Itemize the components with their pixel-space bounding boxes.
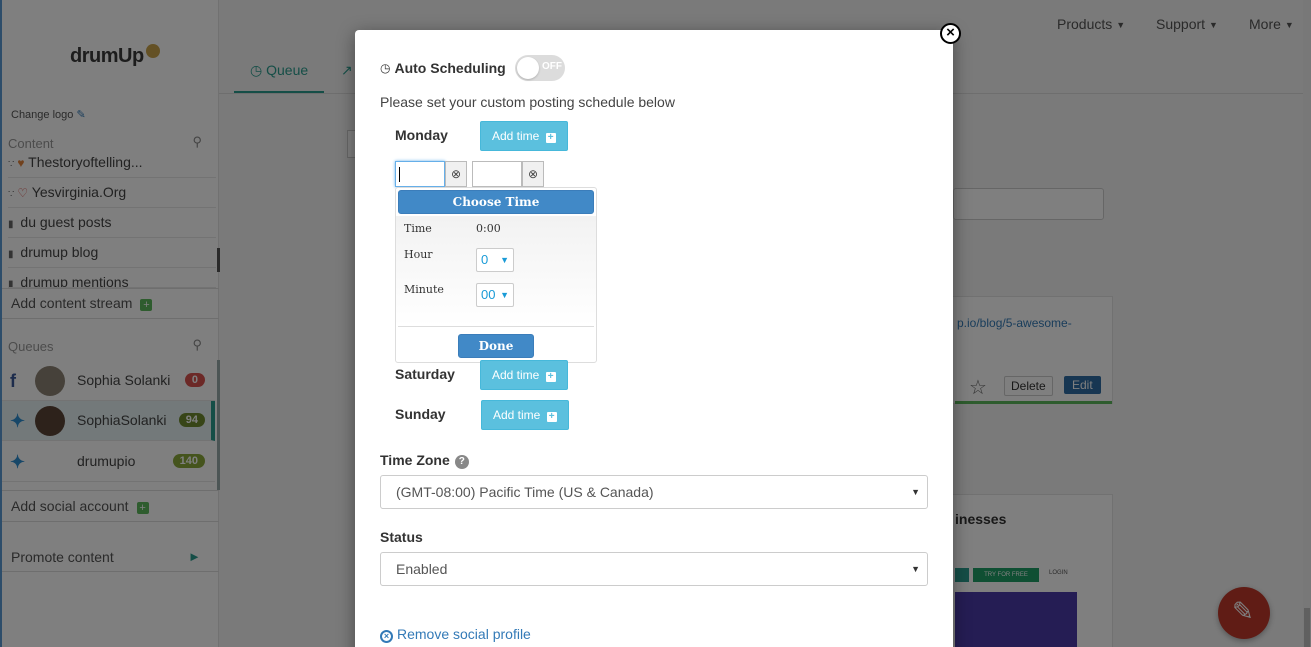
- add-time-label: Add time: [493, 408, 541, 422]
- time-value: 0:00: [476, 222, 501, 235]
- auto-scheduling-header: ◷ Auto Scheduling: [380, 60, 506, 76]
- toggle-state-label: OFF: [542, 61, 562, 72]
- day-label-sunday: Sunday: [395, 406, 446, 422]
- auto-scheduling-modal: ◷ Auto Scheduling OFF Please set your cu…: [355, 30, 953, 647]
- hour-label: Hour: [404, 248, 433, 261]
- hour-value: 0: [481, 252, 489, 267]
- help-icon[interactable]: ?: [454, 455, 469, 469]
- text-cursor: [399, 167, 400, 182]
- status-select[interactable]: Enabled ▼: [380, 552, 928, 586]
- time-picker-header: Choose Time: [398, 190, 594, 214]
- day-label-monday: Monday: [395, 127, 448, 143]
- caret-down-icon: ▼: [911, 564, 920, 574]
- schedule-instructions: Please set your custom posting schedule …: [380, 94, 675, 110]
- time-picker: Choose Time Time 0:00 Hour 0 ▼ Minute 00 ▼…: [395, 187, 597, 363]
- time-zone-value: (GMT-08:00) Pacific Time (US & Canada): [396, 484, 654, 500]
- close-modal-button[interactable]: ×: [940, 23, 961, 44]
- add-time-label: Add time: [492, 129, 540, 143]
- clear-time-button[interactable]: ⊗: [522, 161, 544, 187]
- status-value: Enabled: [396, 561, 448, 577]
- status-label: Status: [380, 529, 423, 545]
- minute-value: 00: [481, 287, 496, 302]
- close-circle-icon: ×: [380, 630, 393, 643]
- minute-label: Minute: [404, 283, 444, 296]
- plus-icon: +: [545, 133, 556, 143]
- auto-scheduling-toggle[interactable]: OFF: [515, 55, 565, 81]
- caret-down-icon: ▼: [500, 290, 509, 300]
- time-zone-select[interactable]: (GMT-08:00) Pacific Time (US & Canada) ▼: [380, 475, 928, 509]
- add-time-button-monday[interactable]: Add time +: [480, 121, 568, 151]
- time-zone-label: Time Zone: [380, 452, 450, 468]
- time-picker-done-button[interactable]: Done: [458, 334, 534, 358]
- remove-profile-label: Remove social profile: [397, 626, 531, 642]
- plus-icon: +: [546, 412, 557, 422]
- auto-scheduling-label: Auto Scheduling: [394, 60, 506, 76]
- time-input[interactable]: [395, 161, 445, 187]
- time-label: Time: [404, 222, 432, 235]
- day-label-saturday: Saturday: [395, 366, 455, 382]
- add-time-label: Add time: [492, 368, 540, 382]
- hour-select[interactable]: 0 ▼: [476, 248, 514, 272]
- time-input[interactable]: [472, 161, 522, 187]
- remove-social-profile-link[interactable]: × Remove social profile: [380, 626, 531, 643]
- add-time-button-saturday[interactable]: Add time +: [480, 360, 568, 390]
- time-zone-label-row: Time Zone?: [380, 452, 469, 469]
- caret-down-icon: ▼: [500, 255, 509, 265]
- close-circle-icon: ⊗: [450, 167, 462, 181]
- close-icon: ×: [946, 24, 955, 41]
- clear-time-button[interactable]: ⊗: [445, 161, 467, 187]
- close-circle-icon: ⊗: [527, 167, 539, 181]
- plus-icon: +: [545, 372, 556, 382]
- add-time-button-sunday[interactable]: Add time +: [481, 400, 569, 430]
- time-picker-body: Time 0:00 Hour 0 ▼ Minute 00 ▼: [396, 216, 596, 326]
- clock-icon: ◷: [380, 61, 391, 75]
- caret-down-icon: ▼: [911, 487, 920, 497]
- toggle-knob: [517, 57, 539, 79]
- minute-select[interactable]: 00 ▼: [476, 283, 514, 307]
- divider: [398, 326, 594, 327]
